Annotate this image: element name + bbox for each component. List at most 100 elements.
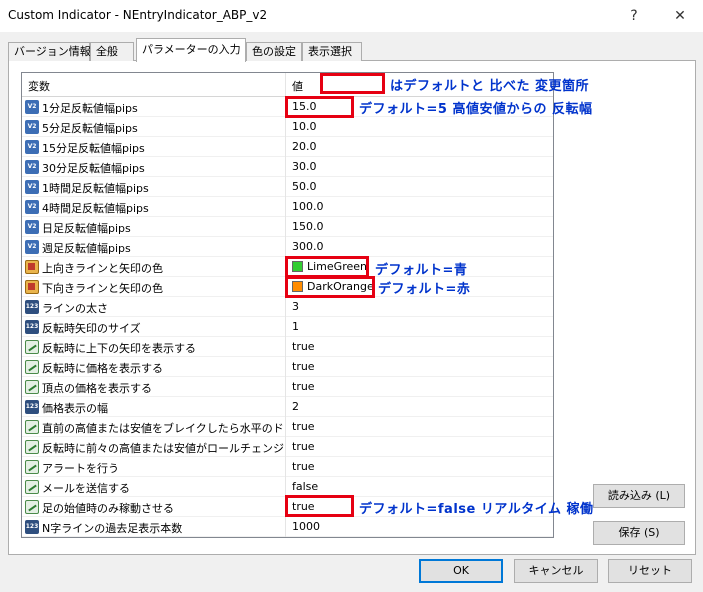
save-button[interactable]: 保存 (S) (593, 521, 685, 545)
cell-divider (285, 457, 286, 477)
table-row[interactable]: 反転時に上下の矢印を表示する true (22, 337, 553, 357)
annotation-row1: デフォルト=5 高値安値からの 反転幅 (359, 102, 593, 117)
parameter-value[interactable]: 20.0 (292, 140, 317, 153)
table-row[interactable]: V2 週足反転値幅pips 300.0 (22, 237, 553, 257)
annotation-up-color: デフォルト=青 (375, 263, 468, 278)
parameter-value[interactable]: 10.0 (292, 120, 317, 133)
highlight-box-row1 (285, 96, 354, 118)
tab-display-select[interactable]: 表示選択 (302, 42, 362, 61)
parameter-value-text: 300.0 (292, 240, 324, 253)
parameter-value-text: true (292, 340, 315, 353)
parameter-name: メールを送信する (42, 482, 130, 495)
parameter-name: 15分足反転値幅pips (42, 142, 145, 155)
parameter-value[interactable]: 150.0 (292, 220, 324, 233)
parameter-value-text: 1000 (292, 520, 320, 533)
table-row[interactable]: V2 5分足反転値幅pips 10.0 (22, 117, 553, 137)
parameter-value[interactable]: 3 (292, 300, 299, 313)
table-row[interactable]: V2 4時間足反転値幅pips 100.0 (22, 197, 553, 217)
bool-icon (25, 460, 39, 474)
cell-divider (285, 357, 286, 377)
cell-divider (285, 137, 286, 157)
parameter-value[interactable]: true (292, 380, 315, 393)
tab-colors[interactable]: 色の設定 (246, 42, 302, 61)
cell-divider (285, 377, 286, 397)
column-divider[interactable] (285, 73, 286, 97)
parameter-value[interactable]: 1 (292, 320, 299, 333)
parameter-name: アラートを行う (42, 462, 119, 475)
parameter-name: 下向きラインと矢印の色 (42, 282, 163, 295)
bool-icon (25, 340, 39, 354)
tab-version-info[interactable]: バージョン情報 (8, 42, 91, 61)
parameter-name: 週足反転値幅pips (42, 242, 131, 255)
parameter-value-text: 10.0 (292, 120, 317, 133)
parameter-name: 5分足反転値幅pips (42, 122, 138, 135)
table-row[interactable]: アラートを行う true (22, 457, 553, 477)
table-row[interactable]: 反転時に価格を表示する true (22, 357, 553, 377)
parameter-value[interactable]: true (292, 340, 315, 353)
cell-divider (285, 477, 286, 497)
cell-divider (285, 117, 286, 137)
load-button[interactable]: 読み込み (L) (593, 484, 685, 508)
table-row[interactable]: 反転時に前々の高値または安値がロールチェンジ... true (22, 437, 553, 457)
table-row[interactable]: V2 30分足反転値幅pips 30.0 (22, 157, 553, 177)
title-bar: Custom Indicator - NEntryIndicator_ABP_v… (0, 0, 703, 32)
parameter-value-text: 150.0 (292, 220, 324, 233)
cell-divider (285, 437, 286, 457)
table-row[interactable]: メールを送信する false (22, 477, 553, 497)
cell-divider (285, 237, 286, 257)
window-title: Custom Indicator - NEntryIndicator_ABP_v… (8, 8, 268, 22)
highlight-box-down-color (285, 276, 375, 298)
table-row[interactable]: 直前の高値または安値をブレイクしたら水平のドッ... true (22, 417, 553, 437)
table-row[interactable]: V2 日足反転値幅pips 150.0 (22, 217, 553, 237)
num-icon: V2 (25, 180, 39, 194)
table-row[interactable]: V2 1時間足反転値幅pips 50.0 (22, 177, 553, 197)
bool-icon (25, 440, 39, 454)
parameter-value[interactable]: true (292, 420, 315, 433)
table-row[interactable]: 123 反転時矢印のサイズ 1 (22, 317, 553, 337)
cancel-button[interactable]: キャンセル (514, 559, 598, 583)
parameter-value-text: 2 (292, 400, 299, 413)
parameter-name: 反転時に価格を表示する (42, 362, 163, 375)
parameter-value[interactable]: true (292, 460, 315, 473)
parameter-value-text: true (292, 360, 315, 373)
cell-divider (285, 417, 286, 437)
help-button[interactable]: ? (611, 2, 657, 30)
reset-button[interactable]: リセット (608, 559, 692, 583)
column-header-variable[interactable]: 変数 (28, 78, 50, 94)
tab-general[interactable]: 全般 (90, 42, 134, 61)
parameter-value[interactable]: 1000 (292, 520, 320, 533)
column-header-value[interactable]: 値 (292, 78, 303, 94)
cell-divider (285, 197, 286, 217)
cell-divider (285, 217, 286, 237)
parameter-grid: 変数 値 V2 1分足反転値幅pips 15.0 V2 5分足反転値幅pips 10.0 V… (21, 72, 554, 538)
parameter-value[interactable]: 2 (292, 400, 299, 413)
close-button[interactable]: ✕ (657, 2, 703, 30)
parameter-value[interactable]: 50.0 (292, 180, 317, 193)
num-icon: V2 (25, 220, 39, 234)
parameter-value[interactable]: 100.0 (292, 200, 324, 213)
highlight-box-up-color (285, 256, 369, 278)
parameter-name: 反転時に前々の高値または安値がロールチェンジ... (42, 442, 285, 455)
parameter-value[interactable]: 300.0 (292, 240, 324, 253)
table-row[interactable]: V2 15分足反転値幅pips 20.0 (22, 137, 553, 157)
table-row[interactable]: 頂点の価格を表示する true (22, 377, 553, 397)
cell-divider (285, 397, 286, 417)
int-icon: 123 (25, 320, 39, 334)
int-icon: 123 (25, 300, 39, 314)
parameter-value[interactable]: 30.0 (292, 160, 317, 173)
parameter-value-text: 1 (292, 320, 299, 333)
table-row[interactable]: 123 ラインの太さ 3 (22, 297, 553, 317)
table-row[interactable]: 123 価格表示の幅 2 (22, 397, 553, 417)
annotation-down-color: デフォルト=赤 (378, 282, 471, 297)
parameter-value[interactable]: false (292, 480, 318, 493)
parameter-value-text: 3 (292, 300, 299, 313)
parameter-value-text: true (292, 420, 315, 433)
num-icon: V2 (25, 100, 39, 114)
parameter-value[interactable]: true (292, 440, 315, 453)
bool-icon (25, 500, 39, 514)
ok-button[interactable]: OK (419, 559, 503, 583)
table-row[interactable]: 123 N字ラインの過去足表示本数 1000 (22, 517, 553, 537)
int-icon: 123 (25, 400, 39, 414)
parameter-value[interactable]: true (292, 360, 315, 373)
tab-parameters[interactable]: パラメーターの入力 (136, 38, 246, 62)
